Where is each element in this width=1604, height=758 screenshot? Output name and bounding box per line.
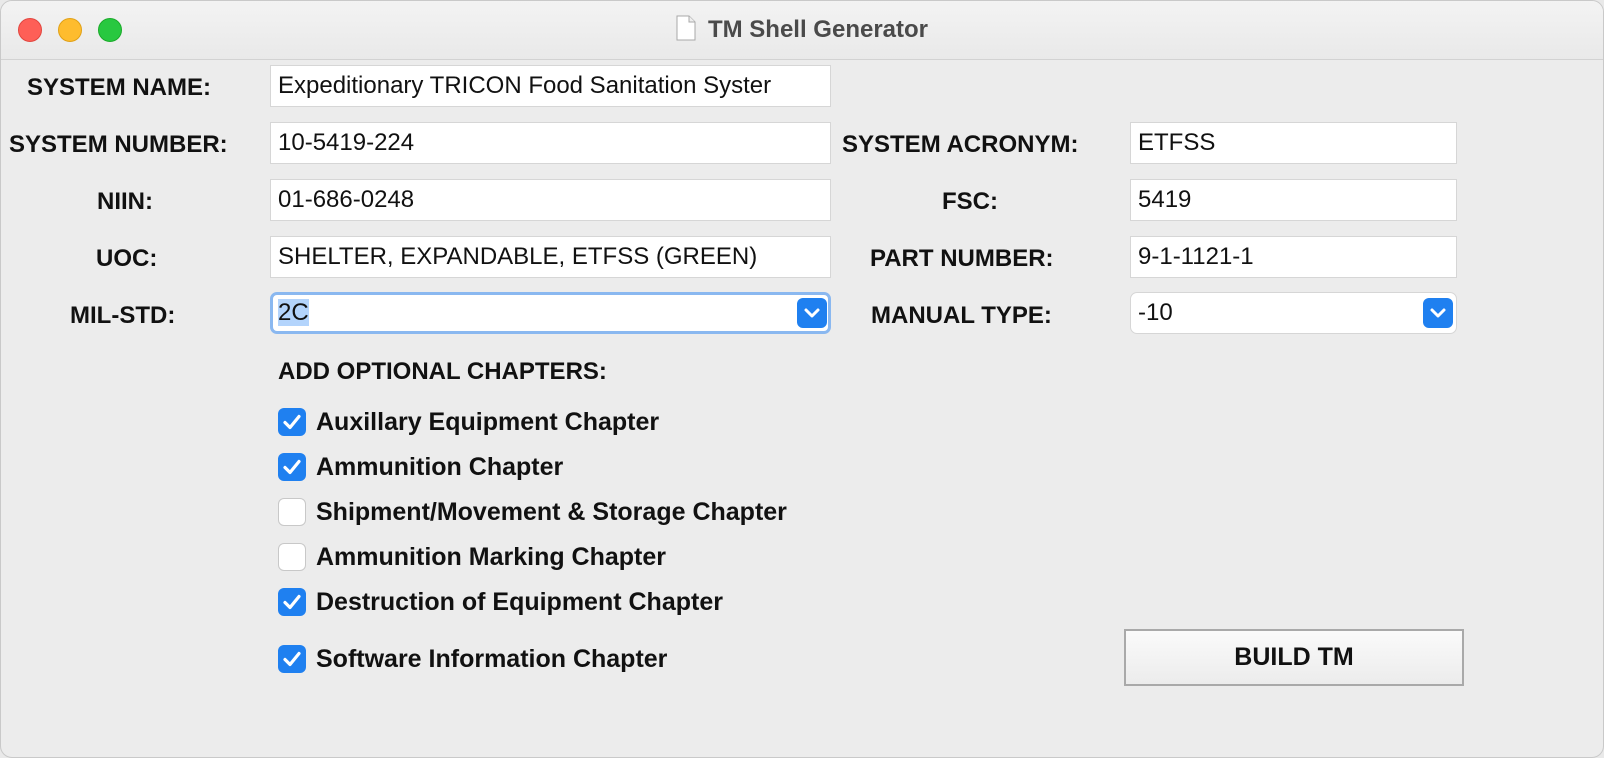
niin-input[interactable]: 01-686-0248 [270,179,831,221]
checkbox-checked[interactable] [278,645,306,673]
optional-chapters-heading: ADD OPTIONAL CHAPTERS: [278,358,607,385]
system-name-label: SYSTEM NAME: [27,74,212,101]
checkbox-label: Ammunition Marking Chapter [316,543,667,571]
checkbox-label: Destruction of Equipment Chapter [316,588,723,616]
fsc-label: FSC: [942,188,998,215]
build-tm-button[interactable]: BUILD TM [1124,629,1464,686]
manual-type-select[interactable]: -10 [1130,292,1457,334]
fsc-input[interactable]: 5419 [1130,179,1457,221]
manual-type-label: MANUAL TYPE: [871,302,1052,329]
checkbox-label: Ammunition Chapter [316,453,564,481]
window-title: TM Shell Generator [707,16,929,43]
part-number-label: PART NUMBER: [870,245,1054,272]
system-acronym-input[interactable]: ETFSS [1130,122,1457,164]
system-name-input[interactable]: Expeditionary TRICON Food Sanitation Sys… [270,65,831,107]
manual-type-selected-value: -10 [1138,299,1173,326]
system-number-label: SYSTEM NUMBER: [9,131,228,158]
checkbox-unchecked[interactable] [278,498,306,526]
checkmark-icon [283,414,301,430]
document-icon [676,15,696,41]
checkbox-checked[interactable] [278,408,306,436]
checkmark-icon [283,594,301,610]
part-number-input[interactable]: 9-1-1121-1 [1130,236,1457,278]
checkbox-label: Shipment/Movement & Storage Chapter [316,498,787,526]
checkmark-icon [283,651,301,667]
window-title-group: TM Shell Generator [1,15,1603,44]
uoc-input[interactable]: SHELTER, EXPANDABLE, ETFSS (GREEN) [270,236,831,278]
niin-label: NIIN: [97,188,153,215]
uoc-label: UOC: [96,245,158,272]
system-acronym-label: SYSTEM ACRONYM: [842,131,1079,158]
checkbox-checked[interactable] [278,453,306,481]
mil-std-selected-value: 2C [278,299,309,326]
mil-std-select[interactable]: 2C [270,292,831,334]
checkmark-icon [283,459,301,475]
checkbox-label: Auxillary Equipment Chapter [316,408,660,436]
mil-std-label: MIL-STD: [70,302,176,329]
chevron-down-icon[interactable] [1423,298,1453,328]
checkbox-label: Software Information Chapter [316,645,668,673]
app-window: TM Shell Generator SYSTEM NAME: Expediti… [0,0,1604,758]
checkbox-unchecked[interactable] [278,543,306,571]
title-bar: TM Shell Generator [1,1,1603,60]
checkbox-checked[interactable] [278,588,306,616]
chevron-down-icon[interactable] [797,298,827,328]
system-number-input[interactable]: 10-5419-224 [270,122,831,164]
